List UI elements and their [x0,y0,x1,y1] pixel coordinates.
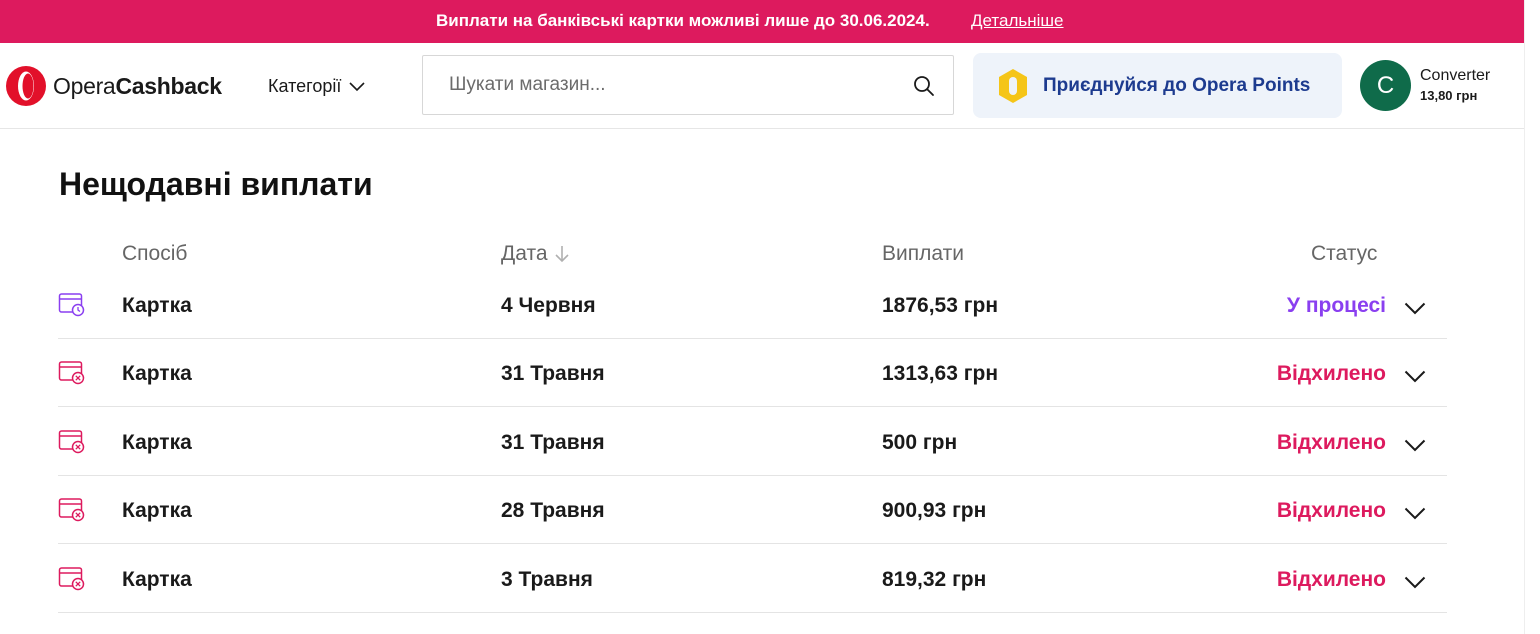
sort-arrow-down-icon [554,246,569,263]
user-avatar[interactable]: C [1360,60,1411,111]
payout-method: Картка [122,362,192,385]
opera-points-label: Приєднуйся до Opera Points [1043,74,1311,96]
user-balance: 13,80 грн [1420,88,1478,103]
column-header-date[interactable]: Дата [501,242,570,266]
join-opera-points-button[interactable]: Приєднуйся до Opera Points [973,53,1342,118]
card-rejected-icon [58,430,85,454]
window-edge [1524,0,1540,634]
chevron-down-icon[interactable] [1404,439,1426,452]
card-rejected-icon [58,567,85,591]
payout-row[interactable]: Картка 3 Травня 819,32 грн Відхилено [58,545,1447,613]
payout-date: 31 Травня [501,362,605,385]
payout-status: У процесі [1286,294,1386,317]
categories-label: Категорії [268,76,342,96]
logo-text: OperaCashback [53,72,222,99]
payout-row[interactable]: Картка 31 Травня 500 грн Відхилено [58,408,1447,476]
chevron-down-icon[interactable] [1404,507,1426,520]
card-rejected-icon [58,361,85,385]
payout-method: Картка [122,294,192,317]
column-header-amount: Виплати [882,242,964,265]
card-rejected-icon [58,498,85,522]
payout-status: Відхилено [1276,568,1386,591]
payout-date: 3 Травня [501,568,593,591]
payout-row[interactable]: Картка 4 Червня 1876,53 грн У процесі [58,271,1447,339]
page-title: Нещодавні виплати [59,166,373,202]
announcement-banner: Виплати на банківські картки можливі лиш… [0,0,1524,43]
site-header: OperaCashback Категорії Приєднуйся до Op… [0,43,1524,129]
column-header-status: Статус [1311,242,1378,265]
column-header-method: Спосіб [122,242,188,265]
banner-text: Виплати на банківські картки можливі лиш… [436,11,930,30]
payout-method: Картка [122,499,192,522]
payout-amount: 819,32 грн [882,568,987,591]
payout-date: 4 Червня [501,294,596,317]
opera-cashback-logo[interactable]: OperaCashback [5,65,222,107]
payout-amount: 500 грн [882,431,958,454]
card-pending-icon [58,293,85,317]
payout-amount: 1313,63 грн [882,362,999,385]
search-icon[interactable] [913,75,935,97]
opera-logo-icon [6,66,46,106]
search-input[interactable] [423,56,953,114]
payout-date: 31 Травня [501,431,605,454]
opera-points-coin-icon [999,68,1027,103]
payout-amount: 1876,53 грн [882,294,999,317]
payout-status: Відхилено [1276,499,1386,522]
chevron-down-icon[interactable] [1404,302,1426,315]
payout-method: Картка [122,431,192,454]
chevron-down-icon[interactable] [1404,370,1426,383]
payout-row[interactable]: Картка 31 Травня 1313,63 грн Відхилено [58,339,1447,407]
chevron-down-icon[interactable] [1404,576,1426,589]
payout-status: Відхилено [1276,431,1386,454]
payout-method: Картка [122,568,192,591]
search-box [422,55,954,115]
chevron-down-icon [349,81,365,91]
column-header-date-label: Дата [501,242,548,265]
payout-date: 28 Травня [501,499,605,522]
categories-dropdown[interactable]: Категорії [268,76,365,97]
payout-amount: 900,93 грн [882,499,987,522]
user-name[interactable]: Converter [1420,67,1490,85]
payout-row[interactable]: Картка 28 Травня 900,93 грн Відхилено [58,476,1447,544]
payout-status: Відхилено [1276,362,1386,385]
banner-details-link[interactable]: Детальніше [971,11,1064,31]
